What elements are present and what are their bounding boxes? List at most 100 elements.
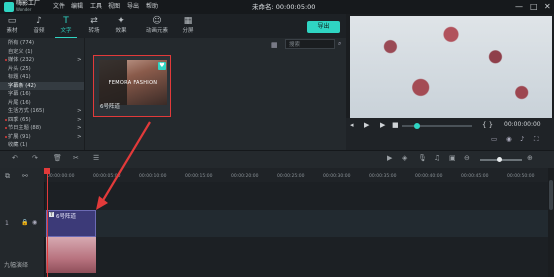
tick-label: 00:00:10:00 (139, 174, 167, 179)
favorite-icon[interactable]: ♥ (158, 62, 166, 70)
zoom-slider-handle[interactable] (497, 156, 502, 162)
camera-icon[interactable]: ◉ (506, 135, 512, 143)
display-icon[interactable]: ▭ (491, 135, 497, 143)
tick-label: 00:00:05:00 (93, 174, 121, 179)
minimize-icon[interactable]: — (515, 2, 523, 11)
grid-view-icon[interactable]: ▦ (271, 41, 278, 49)
volume-icon[interactable]: ♪ (520, 135, 524, 143)
close-icon[interactable]: ✕ (544, 2, 551, 11)
tick-label: 00:00:00:00 (47, 174, 75, 179)
menu-file[interactable]: 文件 (53, 3, 65, 11)
category-item[interactable]: 字幕 (16) (0, 90, 84, 98)
chevron-right-icon: > (77, 57, 82, 63)
new-dot-icon (5, 135, 7, 138)
animation-icon: ☺ (152, 16, 162, 26)
category-item[interactable]: 媒体 (232) > (0, 56, 84, 64)
timeline-ruler[interactable]: 00:00:00:00 00:00:05:00 00:00:10:00 00:0… (44, 168, 548, 182)
tab-transition[interactable]: ⇄ 转场 (82, 16, 106, 35)
category-item-selected[interactable]: 字幕条 (42) (0, 81, 84, 90)
track-number: 1 (5, 220, 9, 227)
preview-image (350, 16, 552, 118)
zoom-in-icon[interactable]: ⊕ (527, 154, 533, 162)
search-icon[interactable]: ⌕ (338, 40, 341, 48)
marker-icon[interactable]: ◈ (402, 154, 407, 162)
category-item[interactable]: 自定义 (1) (0, 48, 84, 56)
category-item[interactable]: 四季 (65) > (0, 116, 84, 124)
play-pause-icon[interactable]: ▶ (364, 121, 369, 129)
category-item[interactable]: 片头 (25) (0, 65, 84, 73)
eye-icon[interactable]: ◉ (32, 219, 37, 226)
fullscreen-icon[interactable]: ⛶ (534, 135, 539, 144)
chevron-right-icon: > (77, 108, 82, 114)
category-item[interactable]: 片尾 (16) (0, 99, 84, 107)
tab-effects[interactable]: ✦ 效果 (109, 16, 133, 35)
category-item[interactable]: 收藏 (1) (0, 141, 84, 149)
tick-label: 00:00:50:00 (507, 174, 535, 179)
export-button[interactable]: 导出 (307, 21, 340, 33)
text-track[interactable] (44, 210, 548, 237)
category-item[interactable]: 节日主题 (88) > (0, 124, 84, 132)
preview-progress-handle[interactable] (414, 122, 420, 129)
tab-text[interactable]: T 文字 (54, 16, 78, 35)
transition-icon: ⇄ (90, 16, 98, 26)
tab-audio[interactable]: ♪ 音频 (27, 16, 51, 35)
tick-label: 00:00:15:00 (185, 174, 213, 179)
delete-icon[interactable]: 🗑 (53, 154, 62, 162)
tab-media[interactable]: ▭ 素材 (0, 16, 24, 35)
microphone-icon[interactable]: 🎙 (418, 154, 427, 162)
document-title: 未命名: 00:00:05:00 (252, 3, 316, 11)
folder-icon: ▭ (7, 16, 17, 26)
category-item[interactable]: 标题 (41) (0, 73, 84, 81)
text-clip-icon: T (49, 212, 54, 217)
chevron-right-icon: > (77, 133, 82, 140)
category-list: 所有 (774) 自定义 (1) 媒体 (232) > 片头 (25) 标题 (4… (0, 38, 85, 150)
menu-tools[interactable]: 工具 (90, 3, 102, 11)
tick-label: 00:00:20:00 (231, 174, 259, 179)
stop-icon[interactable]: ■ (392, 121, 399, 129)
text-icon: T (63, 16, 69, 26)
maximize-icon[interactable]: □ (530, 2, 538, 11)
prev-frame-icon[interactable]: ◂ (350, 121, 354, 129)
play-icon[interactable]: ▶ (380, 121, 385, 129)
split-icon[interactable]: ▣ (449, 154, 456, 162)
render-icon[interactable]: ▶ (387, 154, 392, 162)
split-screen-icon: ▦ (183, 16, 193, 26)
braces-icon[interactable]: { } (482, 121, 493, 129)
tick-label: 00:00:40:00 (415, 174, 443, 179)
timeline-toolbar (0, 150, 554, 169)
lock-icon[interactable]: 🔒 (21, 219, 28, 226)
playhead[interactable] (47, 168, 48, 277)
preview-timecode: 00:00:00:00 (504, 121, 541, 128)
timeline-scroll-thumb[interactable] (549, 180, 553, 210)
audio-mix-icon[interactable]: ♫ (434, 154, 440, 162)
tick-label: 00:00:25:00 (277, 174, 305, 179)
tab-split-screen[interactable]: ▦ 分屏 (176, 16, 200, 35)
thumbnail-text: FEMORA FASHION (108, 80, 158, 86)
zoom-out-icon[interactable]: ⊖ (464, 154, 470, 162)
tick-label: 00:00:35:00 (369, 174, 397, 179)
link-icon[interactable]: ⚯ (22, 172, 28, 180)
undo-icon[interactable]: ↶ (12, 154, 18, 162)
effect-icon: ✦ (117, 16, 125, 26)
video-clip[interactable] (46, 237, 96, 273)
new-dot-icon (5, 118, 7, 121)
tick-label: 00:00:45:00 (461, 174, 489, 179)
category-item[interactable]: 扩展 (91) > (0, 133, 84, 141)
template-label: 6号阵道 (100, 104, 120, 110)
menu-edit[interactable]: 编辑 (71, 3, 83, 11)
tab-animation-elements[interactable]: ☺ 动画元素 (140, 16, 174, 35)
redo-icon[interactable]: ↷ (32, 154, 38, 162)
menu-view[interactable]: 视图 (108, 3, 120, 11)
menu-help[interactable]: 帮助 (146, 3, 158, 11)
adjust-icon[interactable]: ☰ (93, 154, 99, 162)
chevron-right-icon: > (77, 125, 82, 131)
music-icon: ♪ (36, 16, 42, 26)
chevron-right-icon: > (77, 116, 82, 123)
search-input[interactable]: 搜索 (285, 39, 335, 49)
category-item[interactable]: 所有 (774) (0, 39, 84, 47)
preview-progress-track[interactable] (402, 125, 472, 127)
cut-icon[interactable]: ✂ (73, 154, 79, 162)
add-track-icon[interactable]: ⧉ (5, 172, 10, 181)
menu-export[interactable]: 导出 (127, 3, 139, 11)
category-item[interactable]: 生活方式 (165) > (0, 107, 84, 115)
